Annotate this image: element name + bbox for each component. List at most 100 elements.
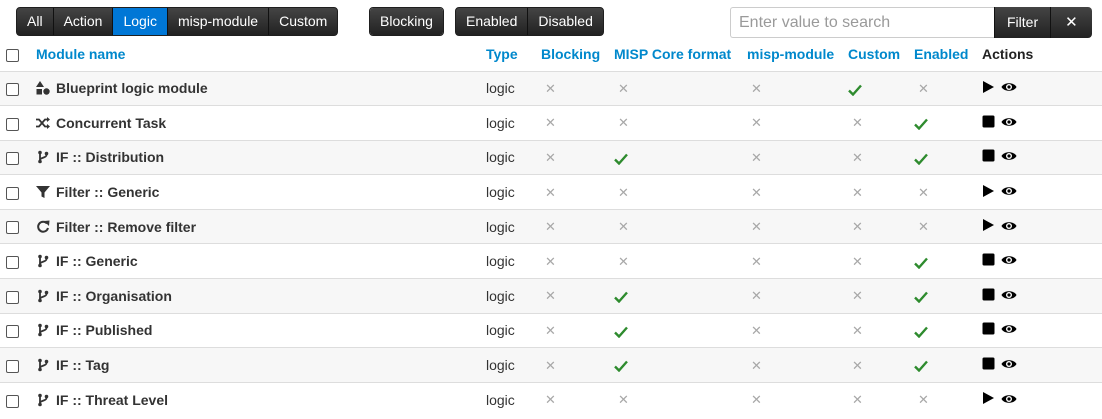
filter-enabled-button[interactable]: Enabled	[456, 8, 529, 35]
cross-icon: ✕	[618, 253, 629, 269]
stop-icon[interactable]	[982, 253, 995, 269]
search-clear-button[interactable]: ✕	[1050, 7, 1092, 38]
cross-icon: ✕	[545, 392, 556, 408]
blocking-cell: ✕	[535, 312, 608, 348]
cross-icon: ✕	[751, 322, 762, 338]
row-checkbox[interactable]	[6, 394, 19, 408]
cross-icon: ✕	[918, 80, 929, 96]
eye-icon[interactable]	[1001, 392, 1017, 408]
header-blocking[interactable]: Blocking	[535, 38, 608, 71]
row-actions	[982, 391, 1017, 408]
module-name: IF :: Threat Level	[56, 391, 169, 408]
filter-blocking-button[interactable]: Blocking	[370, 8, 443, 35]
stop-icon[interactable]	[982, 322, 995, 338]
table-row: IF :: Tag logic ✕ ✕ ✕	[0, 347, 1102, 383]
header-module-name[interactable]: Module name	[30, 38, 480, 71]
misp-core-format-cell: ✕	[608, 208, 741, 244]
play-icon[interactable]	[982, 218, 995, 235]
eye-icon[interactable]	[1001, 322, 1017, 338]
table-row: Filter :: Remove filter logic ✕ ✕ ✕ ✕ ✕	[0, 208, 1102, 244]
select-all-cell	[0, 38, 30, 71]
eye-icon[interactable]	[1001, 219, 1017, 235]
row-actions	[982, 322, 1017, 338]
custom-cell: ✕	[842, 312, 908, 348]
search-filter-button[interactable]: Filter	[994, 7, 1051, 38]
table-row: IF :: Organisation logic ✕ ✕ ✕	[0, 278, 1102, 314]
module-name-cell: Concurrent Task	[30, 105, 480, 141]
misp-module-cell: ✕	[741, 105, 842, 141]
custom-cell: ✕	[842, 139, 908, 175]
filter-action-button[interactable]: Action	[53, 8, 114, 35]
check-icon	[614, 322, 628, 338]
eye-icon[interactable]	[1001, 357, 1017, 373]
stop-icon[interactable]	[982, 288, 995, 304]
row-select-cell	[0, 347, 30, 383]
misp-core-format-cell	[608, 347, 741, 383]
filter-disabled-button[interactable]: Disabled	[528, 8, 603, 35]
blocking-cell: ✕	[535, 139, 608, 175]
stop-icon[interactable]	[982, 357, 995, 373]
eye-icon[interactable]	[1001, 80, 1017, 96]
filter-custom-button[interactable]: Custom	[269, 8, 338, 35]
custom-cell: ✕	[842, 174, 908, 210]
blocking-filter-group: Blocking	[369, 7, 444, 36]
eye-icon[interactable]	[1001, 253, 1017, 269]
code-branch-icon	[36, 393, 50, 407]
actions-cell	[976, 208, 1102, 244]
header-enabled[interactable]: Enabled	[908, 38, 976, 71]
select-all-checkbox[interactable]	[6, 49, 19, 63]
module-name: Filter :: Remove filter	[56, 218, 197, 235]
module-type: logic	[480, 243, 535, 279]
custom-cell: ✕	[842, 381, 908, 417]
enabled-cell	[908, 105, 976, 141]
stop-icon[interactable]	[982, 149, 995, 165]
header-type[interactable]: Type	[480, 38, 535, 71]
stop-icon[interactable]	[982, 115, 995, 131]
row-checkbox[interactable]	[6, 256, 19, 270]
row-checkbox[interactable]	[6, 186, 19, 200]
play-icon[interactable]	[982, 80, 995, 97]
custom-cell: ✕	[842, 208, 908, 244]
filter-all-button[interactable]: All	[17, 8, 54, 35]
row-checkbox[interactable]	[6, 221, 19, 235]
play-icon[interactable]	[982, 184, 995, 201]
search-input[interactable]	[730, 7, 994, 38]
custom-cell: ✕	[842, 105, 908, 141]
eye-icon[interactable]	[1001, 115, 1017, 131]
misp-core-format-cell	[608, 139, 741, 175]
header-custom[interactable]: Custom	[842, 38, 908, 71]
misp-module-cell: ✕	[741, 208, 842, 244]
enabled-cell: ✕	[908, 70, 976, 106]
eye-icon[interactable]	[1001, 288, 1017, 304]
header-misp-module[interactable]: misp-module	[741, 38, 842, 71]
cross-icon: ✕	[545, 219, 556, 235]
module-name: Concurrent Task	[56, 114, 167, 131]
row-checkbox[interactable]	[6, 117, 19, 131]
eye-icon[interactable]	[1001, 184, 1017, 200]
eye-icon[interactable]	[1001, 149, 1017, 165]
filter-icon	[36, 185, 50, 199]
filter-logic-button[interactable]: Logic	[113, 8, 168, 35]
cross-icon: ✕	[545, 357, 556, 373]
module-name-cell: Filter :: Remove filter	[30, 208, 480, 244]
cross-icon: ✕	[618, 219, 629, 235]
row-checkbox[interactable]	[6, 152, 19, 166]
custom-cell	[842, 70, 908, 106]
row-select-cell	[0, 105, 30, 141]
filter-misp-module-button[interactable]: misp-module	[167, 8, 270, 35]
row-checkbox[interactable]	[6, 83, 19, 97]
play-icon[interactable]	[982, 391, 995, 408]
misp-core-format-cell	[608, 312, 741, 348]
cross-icon: ✕	[852, 392, 863, 408]
module-name-cell: Filter :: Generic	[30, 174, 480, 210]
actions-cell	[976, 105, 1102, 141]
module-type: logic	[480, 174, 535, 210]
row-select-cell	[0, 139, 30, 175]
row-actions	[982, 218, 1017, 235]
row-checkbox[interactable]	[6, 290, 19, 304]
table-row: Concurrent Task logic ✕ ✕ ✕ ✕	[0, 105, 1102, 141]
row-checkbox[interactable]	[6, 325, 19, 339]
header-misp-core-format[interactable]: MISP Core format	[608, 38, 741, 71]
row-checkbox[interactable]	[6, 359, 19, 373]
misp-module-cell: ✕	[741, 278, 842, 314]
